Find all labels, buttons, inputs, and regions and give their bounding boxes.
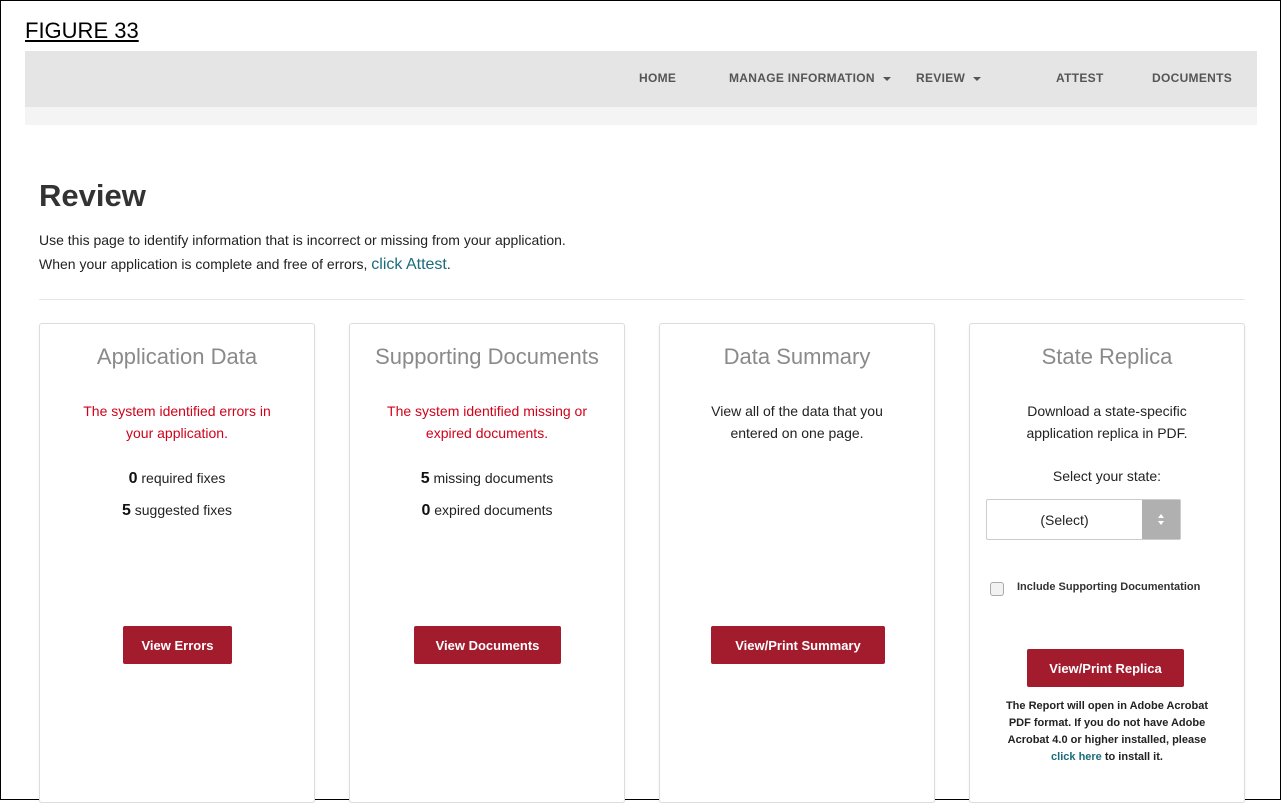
expired-documents-stat: 0 expired documents: [350, 502, 624, 520]
card-title: Supporting Documents: [375, 344, 599, 369]
description: Download a state-specific application re…: [970, 400, 1244, 444]
intro-text: Use this page to identify information th…: [39, 232, 566, 248]
view-documents-button[interactable]: View Documents: [414, 626, 561, 664]
suggested-fixes-count: 5: [121, 502, 131, 519]
note-suffix: to install it.: [1101, 751, 1163, 763]
top-navbar: HOME MANAGE INFORMATION REVIEW ATTEST DO…: [25, 51, 1257, 107]
description: View all of the data that you entered on…: [660, 400, 934, 444]
nav-attest[interactable]: ATTEST: [1056, 71, 1104, 85]
suggested-fixes-stat: 5 suggested fixes: [40, 502, 314, 520]
nav-manage-information-label: MANAGE INFORMATION: [729, 71, 875, 85]
note-line: Acrobat 4.0 or higher installed, please: [1007, 734, 1207, 746]
error-message-line: your application.: [126, 425, 228, 441]
nav-review-label: REVIEW: [916, 71, 966, 85]
missing-documents-stat: 5 missing documents: [350, 470, 624, 488]
missing-documents-label: missing documents: [429, 470, 554, 486]
error-message: The system identified missing or expired…: [350, 400, 624, 444]
nav-documents[interactable]: DOCUMENTS: [1152, 71, 1232, 85]
chevron-down-icon: [882, 76, 891, 81]
description-line: View all of the data that you: [711, 403, 883, 419]
chevron-down-icon: [973, 76, 982, 81]
note-line: The Report will open in Adobe Acrobat: [1005, 700, 1209, 712]
card-title: Application Data: [96, 344, 258, 369]
intro-text-attest: When your application is complete and fr…: [39, 256, 451, 274]
card-title: Data Summary: [723, 344, 871, 369]
include-supporting-docs-checkbox[interactable]: [990, 582, 1004, 596]
card-title: State Replica: [1041, 344, 1173, 369]
intro-prefix: When your application is complete and fr…: [39, 256, 372, 272]
error-message: The system identified errors in your app…: [40, 400, 314, 444]
view-errors-button[interactable]: View Errors: [123, 626, 232, 664]
figure-label: FIGURE 33: [25, 18, 139, 43]
error-message-line: The system identified missing or: [387, 403, 587, 419]
error-message-line: The system identified errors in: [83, 403, 271, 419]
expired-documents-label: expired documents: [430, 502, 553, 518]
nav-manage-information[interactable]: MANAGE INFORMATION: [729, 71, 891, 85]
required-fixes-label: required fixes: [137, 470, 226, 486]
state-select-value: (Select): [1040, 512, 1089, 528]
divider: [39, 299, 1245, 300]
page-title: Review: [39, 178, 146, 213]
install-acrobat-link[interactable]: click here: [1051, 751, 1102, 763]
card-state-replica: State Replica Download a state-specific …: [969, 323, 1245, 803]
select-arrows-icon: [1142, 500, 1180, 539]
error-message-line: expired documents.: [425, 425, 549, 441]
view-print-summary-button[interactable]: View/Print Summary: [711, 626, 885, 664]
nav-review[interactable]: REVIEW: [916, 71, 982, 85]
required-fixes-stat: 0 required fixes: [40, 470, 314, 488]
view-print-replica-button[interactable]: View/Print Replica: [1027, 649, 1184, 687]
missing-documents-count: 5: [420, 470, 430, 487]
state-select[interactable]: (Select): [986, 499, 1181, 540]
description-line: application replica in PDF.: [1026, 425, 1188, 441]
note-line: PDF format. If you do not have Adobe: [1008, 717, 1206, 729]
intro-suffix: .: [446, 256, 451, 272]
sub-navbar: [25, 107, 1257, 125]
select-state-label: Select your state:: [1052, 468, 1162, 484]
card-supporting-documents: Supporting Documents The system identifi…: [349, 323, 625, 803]
include-supporting-docs-label: Include Supporting Documentation: [1017, 581, 1201, 593]
card-data-summary: Data Summary View all of the data that y…: [659, 323, 935, 803]
click-attest-link[interactable]: click Attest: [371, 256, 447, 273]
note-line: click here to install it.: [980, 749, 1234, 766]
acrobat-note: The Report will open in Adobe Acrobat PD…: [980, 698, 1234, 766]
suggested-fixes-label: suggested fixes: [130, 502, 233, 518]
description-line: entered on one page.: [730, 425, 864, 441]
card-application-data: Application Data The system identified e…: [39, 323, 315, 803]
description-line: Download a state-specific: [1027, 403, 1187, 419]
nav-home[interactable]: HOME: [639, 71, 676, 85]
